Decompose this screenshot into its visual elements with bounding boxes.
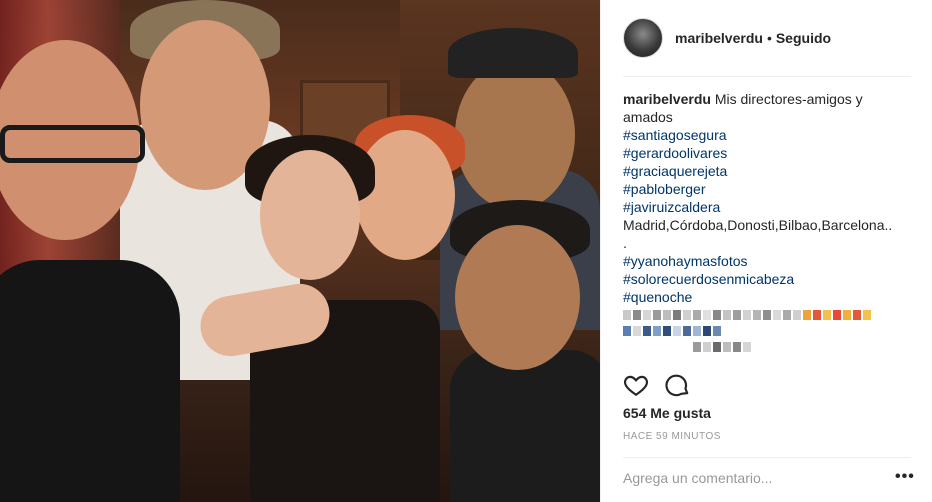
person-5-cap (448, 28, 578, 78)
post-actions (623, 372, 691, 398)
comment-bubble-icon[interactable] (665, 372, 691, 398)
heart-icon[interactable] (623, 372, 649, 398)
caption-places: Madrid,Córdoba,Donosti,Bilbao,Barcelona.… (623, 217, 893, 233)
caption-first-line: maribelverdu Mis directores-amigos y ama… (623, 90, 915, 126)
person-1-body (0, 260, 180, 502)
person-4-face (355, 130, 455, 260)
post-photo[interactable] (0, 0, 600, 502)
comment-divider (623, 457, 911, 458)
hashtag-link[interactable]: #gerardoolivares (623, 144, 915, 162)
person-5-face (455, 60, 575, 210)
caption-username[interactable]: maribelverdu (623, 91, 711, 107)
header-username[interactable]: maribelverdu (675, 30, 763, 46)
post-side-panel: maribelverdu • Seguido maribelverdu Mis … (600, 0, 932, 502)
hashtag-link[interactable]: #yyanohaymasfotos (623, 252, 915, 270)
hashtag-link[interactable]: #graciaquerejeta (623, 162, 915, 180)
post-timestamp: HACE 59 MINUTOS (623, 431, 721, 442)
comment-input[interactable] (623, 470, 883, 486)
likes-count[interactable]: 654 Me gusta (623, 405, 711, 421)
person-1-glasses (0, 125, 145, 163)
more-options-icon[interactable]: ••• (895, 468, 915, 486)
header-separator: • (766, 30, 772, 46)
person-3-face (260, 150, 360, 280)
header-divider (623, 76, 911, 77)
caption-places-end: . (623, 235, 627, 251)
hashtag-link[interactable]: #santiagosegura (623, 126, 915, 144)
person-6-body (450, 350, 600, 502)
hashtag-link[interactable]: #pabloberger (623, 180, 915, 198)
redacted-emoji-row (623, 326, 915, 338)
post-caption: maribelverdu Mis directores-amigos y ama… (623, 90, 915, 354)
person-6-face (455, 225, 580, 370)
redacted-emoji-row (623, 310, 915, 322)
hashtag-link[interactable]: #quenoche (623, 288, 915, 306)
avatar[interactable] (623, 18, 663, 58)
hashtag-link[interactable]: #javiruizcaldera (623, 198, 915, 216)
post-header: maribelverdu • Seguido (601, 0, 932, 76)
follow-status-button[interactable]: Seguido (776, 30, 831, 46)
hashtag-link[interactable]: #solorecuerdosenmicabeza (623, 270, 915, 288)
redacted-emoji-row (623, 342, 915, 354)
